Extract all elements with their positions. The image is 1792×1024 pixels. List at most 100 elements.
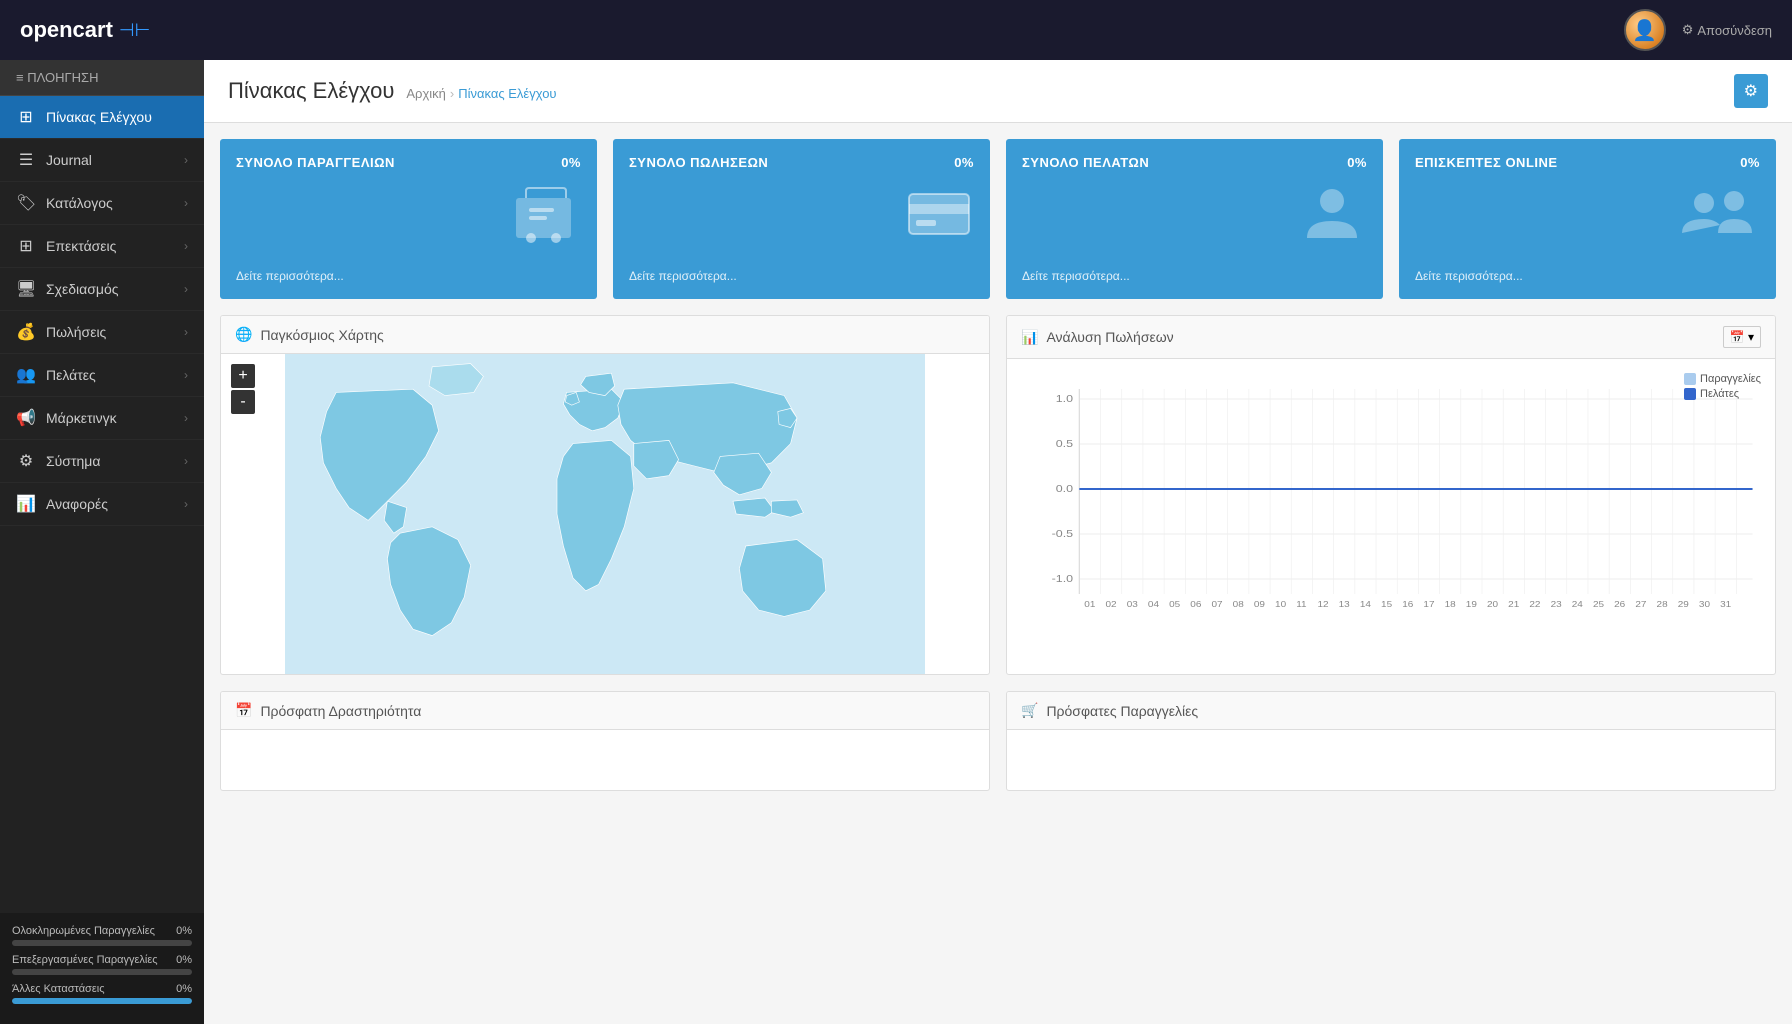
progress-processed-value: 0%	[176, 954, 192, 966]
page-settings-button[interactable]: ⚙	[1734, 74, 1768, 108]
chevron-right-icon: ›	[184, 153, 188, 167]
recent-activity-body	[221, 730, 989, 790]
sidebar-item-marketing[interactable]: 📢 Μάρκετινγκ ›	[0, 397, 204, 440]
svg-text:22: 22	[1529, 600, 1540, 609]
sidebar-progress-section: Ολοκληρωμένες Παραγγελίες 0% Επεξεργασμέ…	[0, 913, 204, 1024]
sales-chart-panel: 📊 Ανάλυση Πωλήσεων 📅 ▾ Παραγγελίες Πελά	[1006, 315, 1776, 675]
breadcrumb-current: Πίνακας Ελέγχου	[458, 86, 556, 101]
stat-sales-percent: 0%	[954, 155, 974, 170]
svg-text:12: 12	[1317, 600, 1328, 609]
svg-text:04: 04	[1148, 600, 1159, 609]
breadcrumb: Αρχική › Πίνακας Ελέγχου	[406, 86, 556, 101]
customers-icon: 👥	[16, 365, 36, 385]
sidebar-item-catalog[interactable]: 🏷 Κατάλογος ›	[0, 182, 204, 225]
logo: opencart ⊣⊢	[20, 17, 150, 43]
svg-text:11: 11	[1296, 600, 1306, 609]
sidebar-label-customers: Πελάτες	[46, 367, 96, 383]
stat-sales-link[interactable]: Δείτε περισσότερα...	[629, 269, 974, 283]
sidebar-item-system[interactable]: ⚙ Σύστημα ›	[0, 440, 204, 483]
system-icon: ⚙	[16, 451, 36, 471]
sidebar-label-journal: Journal	[46, 152, 92, 168]
avatar: 👤	[1624, 9, 1666, 51]
stat-sales-icon	[629, 186, 974, 254]
chevron-right-icon: ›	[184, 282, 188, 296]
sidebar-item-customers[interactable]: 👥 Πελάτες ›	[0, 354, 204, 397]
calendar-button[interactable]: 📅 ▾	[1723, 326, 1761, 348]
recent-orders-panel: 🛒 Πρόσφατες Παραγγελίες	[1006, 691, 1776, 791]
map-zoom-in-button[interactable]: +	[231, 364, 255, 388]
sidebar-item-dashboard[interactable]: ⊞ Πίνακας Ελέγχου	[0, 96, 204, 139]
progress-processed: Επεξεργασμένες Παραγγελίες 0%	[12, 954, 192, 975]
sidebar-item-sales[interactable]: 💰 Πωλήσεις ›	[0, 311, 204, 354]
stat-customers-link[interactable]: Δείτε περισσότερα...	[1022, 269, 1367, 283]
svg-text:-1.0: -1.0	[1052, 574, 1073, 585]
stat-customers-icon	[1022, 183, 1367, 256]
stat-sales-title: ΣΥΝΟΛΟ ΠΩΛΗΣΕΩΝ	[629, 155, 768, 170]
stat-card-sales: ΣΥΝΟΛΟ ΠΩΛΗΣΕΩΝ 0% Δείτε περισσότερα...	[613, 139, 990, 299]
svg-text:05: 05	[1169, 600, 1180, 609]
sidebar-label-marketing: Μάρκετινγκ	[46, 410, 117, 426]
world-map-icon: 🌐	[235, 326, 252, 343]
svg-text:09: 09	[1254, 600, 1265, 609]
recent-orders-header: 🛒 Πρόσφατες Παραγγελίες	[1007, 692, 1775, 730]
stat-card-customers: ΣΥΝΟΛΟ ΠΕΛΑΤΩΝ 0% Δείτε περισσότερα...	[1006, 139, 1383, 299]
stat-visitors-link[interactable]: Δείτε περισσότερα...	[1415, 269, 1760, 283]
stat-orders-link[interactable]: Δείτε περισσότερα...	[236, 269, 581, 283]
stat-cards-grid: ΣΥΝΟΛΟ ΠΑΡΑΓΓΕΛΙΩΝ 0% Δείτε περισσότερα.…	[204, 123, 1792, 315]
svg-text:1.0: 1.0	[1056, 394, 1073, 405]
world-map-title: Παγκόσμιος Χάρτης	[260, 327, 383, 343]
sidebar-item-journal[interactable]: ☰ Journal ›	[0, 139, 204, 182]
legend-orders-dot	[1684, 373, 1696, 385]
logo-cart-icon: ⊣⊢	[119, 20, 150, 41]
progress-processed-label: Επεξεργασμένες Παραγγελίες	[12, 954, 158, 966]
sidebar-label-catalog: Κατάλογος	[46, 195, 113, 211]
progress-other: Άλλες Καταστάσεις 0%	[12, 983, 192, 1004]
svg-text:21: 21	[1508, 600, 1519, 609]
legend-orders: Παραγγελίες	[1684, 373, 1761, 385]
progress-completed-label: Ολοκληρωμένες Παραγγελίες	[12, 925, 155, 937]
sidebar-item-extensions[interactable]: ⊞ Επεκτάσεις ›	[0, 225, 204, 268]
legend-orders-label: Παραγγελίες	[1700, 373, 1761, 385]
svg-text:0.0: 0.0	[1056, 484, 1073, 495]
svg-text:14: 14	[1360, 600, 1371, 609]
recent-panels: 📅 Πρόσφατη Δραστηριότητα 🛒 Πρόσφατες Παρ…	[204, 691, 1792, 807]
sidebar-label-extensions: Επεκτάσεις	[46, 238, 116, 254]
sidebar-label-system: Σύστημα	[46, 453, 100, 469]
svg-text:02: 02	[1106, 600, 1117, 609]
recent-orders-title: Πρόσφατες Παραγγελίες	[1046, 703, 1198, 719]
sidebar-item-design[interactable]: 🖥 Σχεδιασμός ›	[0, 268, 204, 311]
svg-text:03: 03	[1127, 600, 1138, 609]
svg-text:29: 29	[1678, 600, 1689, 609]
logo-text: opencart	[20, 17, 113, 43]
chevron-right-icon: ›	[184, 411, 188, 425]
svg-text:25: 25	[1593, 600, 1604, 609]
svg-text:-0.5: -0.5	[1052, 529, 1073, 540]
sidebar-item-reports[interactable]: 📊 Αναφορές ›	[0, 483, 204, 526]
map-zoom-out-button[interactable]: -	[231, 390, 255, 414]
recent-activity-icon: 📅	[235, 702, 252, 719]
svg-text:07: 07	[1211, 600, 1222, 609]
svg-text:10: 10	[1275, 600, 1286, 609]
progress-completed-value: 0%	[176, 925, 192, 937]
main-content: Πίνακας Ελέγχου Αρχική › Πίνακας Ελέγχου…	[204, 60, 1792, 1024]
svg-text:13: 13	[1339, 600, 1350, 609]
progress-completed-bar	[12, 940, 192, 946]
map-controls: + -	[231, 364, 255, 414]
svg-text:28: 28	[1657, 600, 1668, 609]
svg-text:30: 30	[1699, 600, 1710, 609]
breadcrumb-home[interactable]: Αρχική	[406, 86, 446, 101]
chevron-right-icon: ›	[184, 196, 188, 210]
svg-text:31: 31	[1720, 600, 1731, 609]
topnav-right: 👤 ⚙ Αποσύνδεση	[1624, 9, 1772, 51]
sales-chart-title: Ανάλυση Πωλήσεων	[1046, 329, 1173, 345]
svg-text:24: 24	[1572, 600, 1583, 609]
dashboard-icon: ⊞	[16, 107, 36, 127]
stat-card-visitors: ΕΠΙΣΚΕΠΤΕΣ ONLINE 0% Δείτε περισσότερα..…	[1399, 139, 1776, 299]
logout-button[interactable]: ⚙ Αποσύνδεση	[1682, 22, 1772, 38]
stat-orders-title: ΣΥΝΟΛΟ ΠΑΡΑΓΓΕΛΙΩΝ	[236, 155, 395, 170]
logout-label: Αποσύνδεση	[1697, 23, 1772, 38]
progress-completed: Ολοκληρωμένες Παραγγελίες 0%	[12, 925, 192, 946]
sales-chart-body: Παραγγελίες Πελάτες	[1007, 359, 1775, 669]
stat-orders-icon	[236, 183, 581, 256]
journal-icon: ☰	[16, 150, 36, 170]
